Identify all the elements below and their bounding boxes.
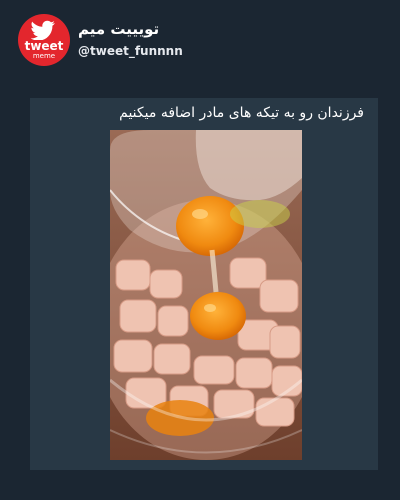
post-header: tweet meme تویییت میم @tweet_funnnn (18, 14, 388, 70)
video-frame-illustration (110, 130, 302, 460)
account-display-name[interactable]: تویییت میم (78, 20, 159, 38)
bird-icon (31, 20, 55, 40)
avatar-logo-text: tweet (24, 39, 64, 53)
avatar-logo-subtext: meme (32, 52, 56, 60)
account-handle[interactable]: @tweet_funnnn (78, 44, 183, 58)
post-card: فرزندان رو به تیکه های مادر اضافه میکنیم (30, 98, 378, 470)
avatar[interactable]: tweet meme (18, 14, 70, 66)
post-caption: فرزندان رو به تیکه های مادر اضافه میکنیم (119, 105, 364, 121)
post-video-frame[interactable] (110, 130, 302, 460)
post-page: tweet meme تویییت میم @tweet_funnnn فرزن… (0, 0, 400, 500)
